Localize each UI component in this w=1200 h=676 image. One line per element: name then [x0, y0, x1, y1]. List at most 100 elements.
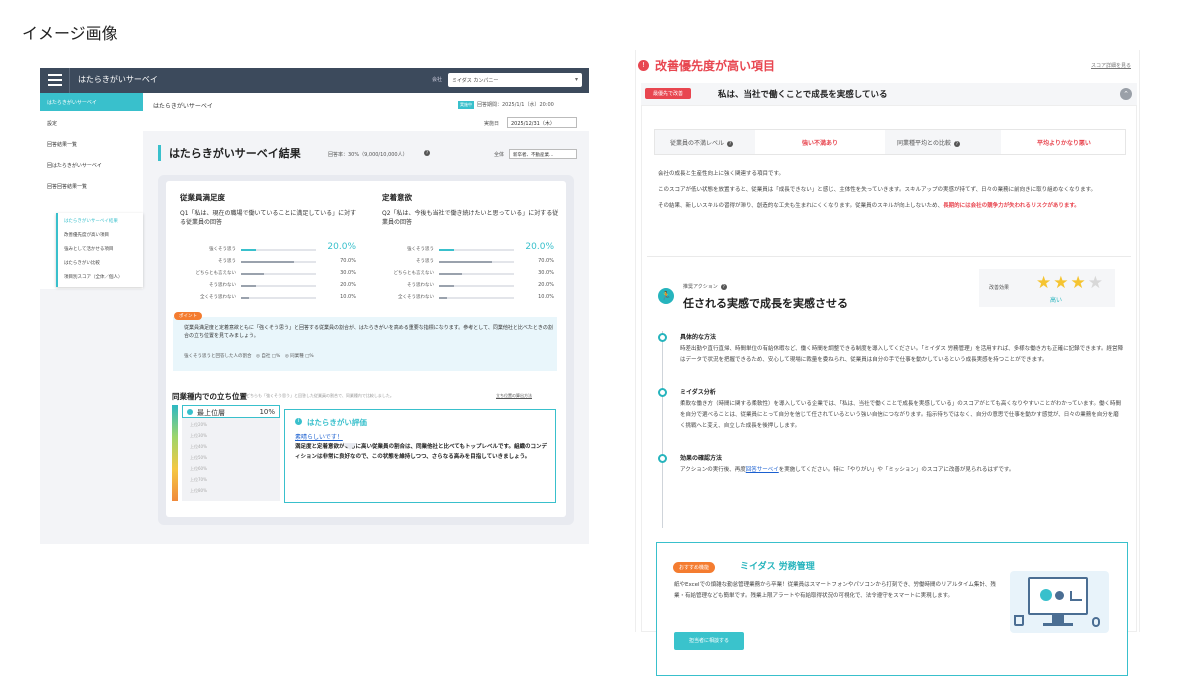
- status-badge: 実施中: [458, 101, 474, 109]
- item-heading: 私は、当社で働くことで成長を実感している: [718, 90, 888, 100]
- scale-value: 10.0%: [538, 294, 554, 300]
- survey-dashboard-mock: はたらきがいサーベイ 会社 ミイダス カンパニー ▾ はたらきがいサーベイ 設定 …: [40, 68, 589, 544]
- submenu-item[interactable]: はたらきがい比較: [64, 260, 100, 266]
- satisfaction-question: Q1「私は、現在の職場で働いていることに満足している」に対する従業員の回答: [180, 210, 357, 226]
- evaluation-title: はたらきがい評価: [307, 418, 367, 427]
- scale-row: 全くそう思わない 10.0%: [176, 293, 356, 303]
- sidebar-item-answers[interactable]: 回答回答結果一覧: [47, 183, 87, 190]
- submenu-item[interactable]: はたらきがいサーベイ結果: [64, 218, 118, 224]
- scale-row: どちらとも言えない 30.0%: [374, 269, 555, 279]
- answer-period: 回答期間：2025/1/1（水）20:00: [477, 102, 554, 108]
- sidebar-item-survey[interactable]: 回はたらきがいサーベイ: [47, 162, 102, 169]
- scale-label: 強くそう思う: [209, 247, 236, 252]
- marker-icon: [187, 409, 193, 415]
- help-icon[interactable]: ?: [720, 284, 727, 290]
- rank-top: 最上位層 10%: [182, 405, 280, 418]
- industry-compare-label: 同業種平均との比較: [897, 140, 951, 147]
- scale-row: そう思わない 20.0%: [374, 281, 554, 291]
- star-icon: ★: [1087, 273, 1105, 293]
- rank-row: 上位80%: [190, 488, 207, 493]
- scale-bar: [439, 297, 514, 299]
- table-cell: 同業種平均との比較?: [885, 130, 1001, 154]
- satisfaction-column: 従業員満足度 Q1「私は、現在の職場で働いていることに満足している」に対する従業…: [180, 192, 360, 227]
- filter-select[interactable]: 新卒者、不動産業…: [509, 149, 577, 159]
- rank-top-pct: 10%: [259, 408, 275, 416]
- scale-label: 全くそう思わない: [398, 295, 434, 300]
- scale-row: 強くそう思う 20.0%: [176, 242, 356, 255]
- scale-bar: [439, 249, 514, 251]
- evaluation-headline: 素晴らしいです！: [295, 434, 343, 441]
- retention-heading: 定着意欲: [382, 193, 412, 202]
- date-label: 実施日: [484, 121, 500, 127]
- effect-label: 改善効果: [989, 285, 1010, 291]
- scale-row: 強くそう思う 20.0%: [374, 242, 554, 255]
- section-body: 時差出勤や直行直帰、時間単位の有給休暇など、働く時間を調整できる制度を導入してく…: [680, 346, 1124, 363]
- dissatisfaction-label: 従業員の不満レベル: [670, 140, 725, 147]
- scale-row: そう思う 70.0%: [374, 257, 554, 267]
- help-icon[interactable]: ?: [953, 141, 960, 147]
- info-icon[interactable]: ?: [424, 150, 430, 156]
- sidebar-item-settings[interactable]: 設定: [47, 120, 57, 127]
- cup-icon: [1014, 615, 1024, 626]
- chevron-up-icon[interactable]: ⌃: [1120, 88, 1132, 100]
- section-text: を実施してください。特に「やりがい」や「ミッション」のスコアに改善が見られるはず…: [778, 467, 1015, 473]
- panel-title: 改善優先度が高い項目: [655, 59, 776, 73]
- scale-row: そう思わない 20.0%: [176, 281, 356, 291]
- submenu-item[interactable]: 強みとして活かせる項目: [64, 246, 113, 252]
- filter-label: 全体: [494, 152, 505, 158]
- timeline-dot: [658, 388, 667, 397]
- scale-value: 10.0%: [340, 294, 356, 300]
- sidebar-submenu: はたらきがいサーベイ結果 改善優先度が高い項目 強みとして活かせる項目 はたらき…: [56, 213, 143, 287]
- scale-label: そう思う: [218, 259, 236, 264]
- rank-row: 上位70%: [190, 477, 207, 482]
- hamburger-menu-icon[interactable]: [48, 74, 62, 86]
- rank-row: 上位60%: [190, 466, 207, 471]
- scale-bar: [439, 273, 514, 275]
- consult-button[interactable]: 担当者に相談する: [674, 632, 744, 650]
- rank-row: 上位30%: [190, 433, 207, 438]
- position-note: どちらも「強くそう思う」と回答した従業員の割合で、同業種内で比較しました。: [246, 393, 394, 398]
- rank-row: 上位50%: [190, 455, 207, 460]
- rank-list: 最上位層 10% 上位20% 上位30% 上位40% 上位50% 上位60% 上位…: [182, 405, 280, 501]
- scale-bar-fill: [439, 249, 454, 251]
- desc-paragraph: 会社の成長と生産性向上に強く関連する項目です。: [658, 171, 784, 177]
- scale-value: 20.0%: [525, 242, 554, 252]
- recommend-title: ミイダス 労務管理: [740, 562, 815, 572]
- section-body: アクションの実行後、再度回答サーベイを実施してください。特に「やりがい」や「ミッ…: [680, 465, 1124, 476]
- company-select[interactable]: ミイダス カンパニー ▾: [448, 73, 582, 87]
- survey-link[interactable]: 回答サーベイ: [746, 467, 779, 473]
- scale-bar: [241, 261, 316, 263]
- item-header[interactable]: 最優先で改善 私は、当社で働くことで成長を実感している ⌃: [641, 83, 1137, 105]
- score-detail-link[interactable]: スコア詳細を見る: [1091, 62, 1131, 69]
- position-method-link[interactable]: 立ち位置の算出方法: [496, 393, 532, 399]
- point-text: 従業員満足度と定着意欲ともに「強くそう思う」と回答する従業員の割合が、はたらきが…: [184, 325, 553, 339]
- date-select[interactable]: 2025/12/31（木）: [507, 117, 577, 128]
- scale-value: 30.0%: [340, 270, 356, 276]
- star-icon: ★: [1036, 273, 1054, 293]
- scale-bar-fill: [241, 249, 256, 251]
- sidebar-item-results[interactable]: 回答結果一覧: [47, 141, 77, 148]
- company-label: 会社: [432, 77, 443, 83]
- scale-bar: [439, 285, 514, 287]
- section-title: ミイダス分析: [680, 389, 716, 396]
- effect-box: 改善効果 ★★★★ 高い: [979, 269, 1115, 307]
- scale-bar: [241, 297, 316, 299]
- submenu-item[interactable]: 改善優先度が高い項目: [64, 232, 109, 238]
- page-title: イメージ画像: [22, 24, 118, 43]
- sidebar-item-active[interactable]: はたらきがいサーベイ: [40, 93, 143, 111]
- help-icon[interactable]: ?: [727, 141, 734, 147]
- result-title: はたらきがいサーベイ結果: [158, 145, 301, 161]
- point-badge: ポイント: [174, 312, 202, 320]
- scale-bar: [439, 261, 514, 263]
- rank-row: 上位40%: [190, 444, 207, 449]
- app-brand: はたらきがいサーベイ: [78, 75, 158, 84]
- scale-row: そう思う 70.0%: [176, 257, 356, 267]
- scale-bar-fill: [439, 297, 447, 299]
- scale-label: そう思わない: [209, 283, 236, 288]
- submenu-item[interactable]: 項目別スコア（全体／個人）: [64, 274, 123, 280]
- star-icon: ★: [1053, 273, 1071, 293]
- point-footer: 強くそう思うと回答した人の割合 ◎ 自社 □% ◎ 同業種 □%: [184, 354, 314, 359]
- desc-paragraph: その結果、新しいスキルの習得が滞り、創造的な工夫も生まれにくくなります。従業員の…: [658, 201, 1128, 212]
- section-title: 具体的な方法: [680, 334, 717, 341]
- computer-illustration-icon: [1010, 571, 1109, 633]
